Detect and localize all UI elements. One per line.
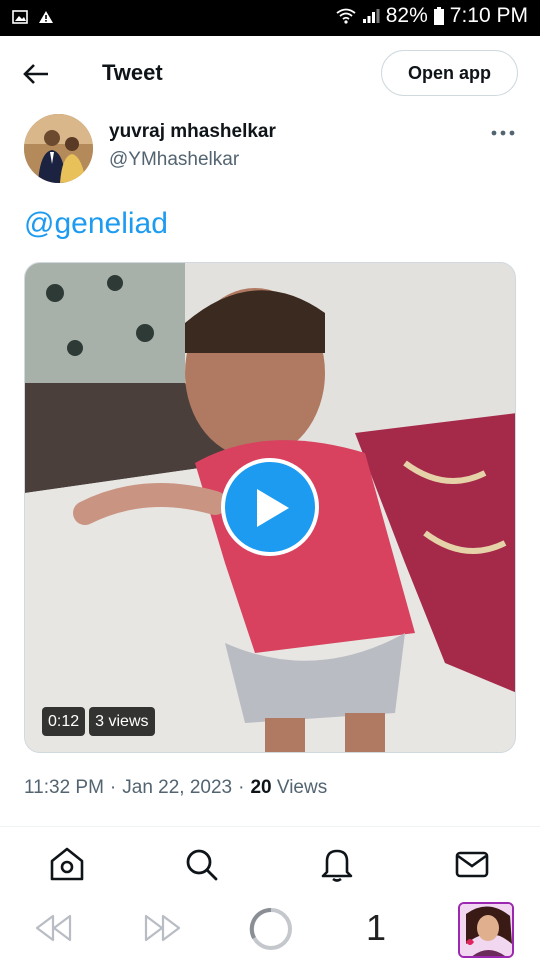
rewind-button[interactable] [34,913,74,948]
back-button[interactable] [18,58,56,90]
nav-search[interactable] [181,844,221,884]
reload-button[interactable] [248,906,294,957]
header: Tweet Open app [0,36,540,112]
video-views: 3 views [89,707,155,736]
page-title: Tweet [102,60,163,85]
open-app-button[interactable]: Open app [381,50,518,96]
home-icon [50,847,84,881]
profile-avatar[interactable] [458,902,514,958]
profile-photo [460,904,512,956]
status-right: 82% 7:10 PM [336,4,528,28]
nav-home[interactable] [47,844,87,884]
play-button[interactable] [221,458,319,556]
author-handle[interactable]: @YMhashelkar [109,149,239,171]
browser-bar: 1 [0,895,540,960]
messages-icon [455,851,489,878]
video-media[interactable]: 0:12 3 views [24,262,516,753]
more-dots-icon [491,130,515,136]
author-name[interactable]: yuvraj mhashelkar [109,121,276,143]
fast-forward-button[interactable] [142,913,182,948]
tweet-time[interactable]: 11:32 PM [24,777,104,798]
search-icon [186,849,218,881]
bottom-nav [0,832,540,894]
divider [0,826,540,827]
play-icon [257,489,289,527]
status-left [12,10,54,24]
rewind-icon [35,914,72,942]
tweet-meta: 11:32 PM · Jan 22, 2023 · 20 Views [24,777,327,799]
nav-notifications[interactable] [317,844,357,884]
tweet-text-mention[interactable]: @geneliad [24,207,168,241]
battery-percent: 82% [385,4,428,27]
signal-icon [362,9,380,23]
more-button[interactable] [488,122,518,144]
separator: · [109,777,117,798]
fast-forward-icon [144,914,181,942]
loading-spinner-icon [249,907,292,950]
image-icon [12,10,28,24]
avatar-photo [24,114,93,183]
clock: 7:10 PM [449,4,528,27]
nav-messages[interactable] [452,844,492,884]
wifi-icon [336,8,356,24]
separator: · [238,777,245,798]
views-label: Views [276,777,328,798]
avatar[interactable] [24,114,93,183]
back-arrow-icon [23,64,48,84]
notifications-icon [321,849,353,882]
status-bar: 82% 7:10 PM [0,0,540,36]
battery-icon [433,7,444,25]
video-badges: 0:12 3 views [42,707,155,736]
tweet-date[interactable]: Jan 22, 2023 [122,777,232,798]
warning-icon [39,11,53,23]
video-duration: 0:12 [42,707,86,736]
views-count: 20 [250,777,272,798]
tab-count[interactable]: 1 [366,907,386,949]
